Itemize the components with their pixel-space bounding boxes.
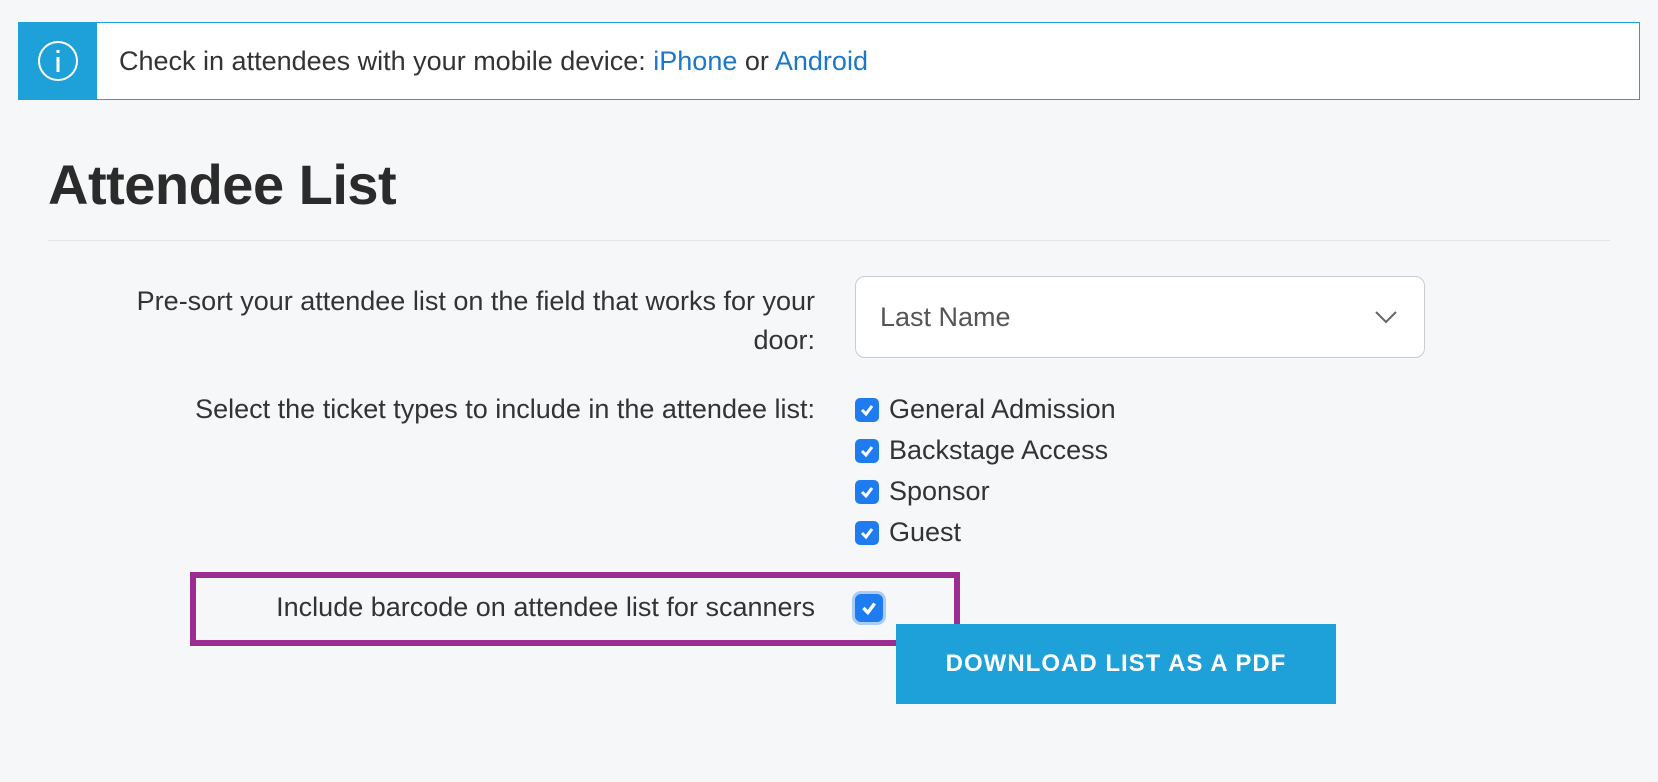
banner-prefix: Check in attendees with your mobile devi…: [119, 46, 653, 76]
ticket-label: Sponsor: [889, 476, 990, 507]
sort-select[interactable]: Last Name: [855, 276, 1425, 358]
iphone-link[interactable]: iPhone: [653, 46, 737, 76]
ticket-checkbox-backstage[interactable]: [855, 439, 879, 463]
banner-text: Check in attendees with your mobile devi…: [97, 23, 868, 99]
divider: [48, 240, 1610, 241]
barcode-label: Include barcode on attendee list for sca…: [100, 592, 855, 623]
info-banner: Check in attendees with your mobile devi…: [18, 22, 1640, 100]
android-link[interactable]: Android: [775, 46, 868, 76]
sort-selected-value: Last Name: [880, 302, 1011, 333]
ticket-type-item: General Admission: [855, 394, 1116, 425]
ticket-checkbox-sponsor[interactable]: [855, 480, 879, 504]
page-title: Attendee List: [48, 152, 396, 217]
banner-or: or: [737, 46, 775, 76]
ticket-type-list: General Admission Backstage Access Spons…: [855, 394, 1116, 548]
chevron-down-icon: [1372, 303, 1400, 331]
sort-label: Pre-sort your attendee list on the field…: [100, 276, 855, 360]
ticket-checkbox-general[interactable]: [855, 398, 879, 422]
ticket-type-item: Backstage Access: [855, 435, 1116, 466]
ticket-type-item: Sponsor: [855, 476, 1116, 507]
ticket-label: Guest: [889, 517, 961, 548]
barcode-checkbox[interactable]: [855, 594, 883, 622]
ticket-type-item: Guest: [855, 517, 1116, 548]
ticket-types-label: Select the ticket types to include in th…: [100, 394, 855, 425]
ticket-label: General Admission: [889, 394, 1116, 425]
ticket-label: Backstage Access: [889, 435, 1108, 466]
ticket-checkbox-guest[interactable]: [855, 521, 879, 545]
info-icon: [19, 23, 97, 99]
download-pdf-button[interactable]: DOWNLOAD LIST AS A PDF: [896, 624, 1336, 704]
